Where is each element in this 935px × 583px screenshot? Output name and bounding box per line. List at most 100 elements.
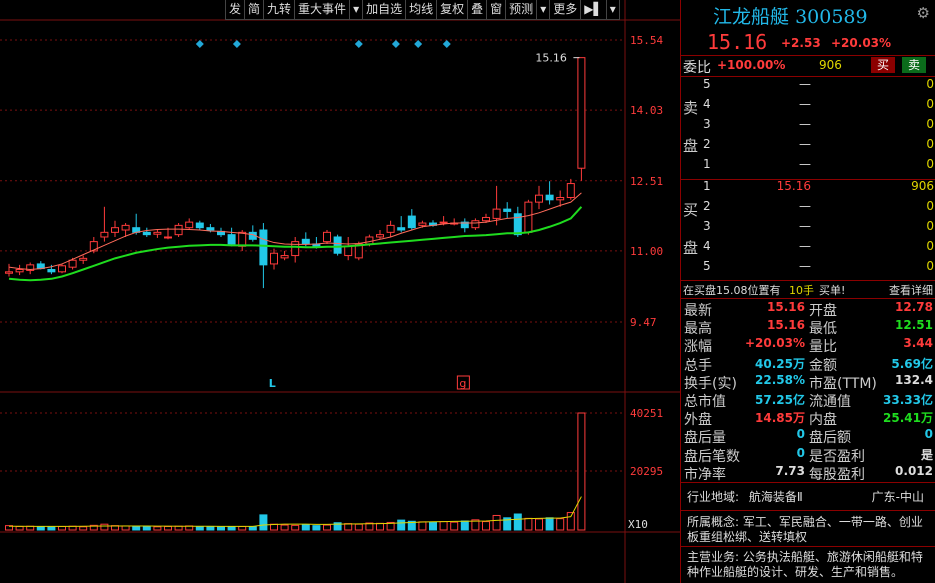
stat-label: 盘后量 — [684, 430, 726, 447]
kline-chart[interactable]: 15.54 14.03 12.51 11.00 9.47 40251 20295 X10 15.… — [0, 0, 680, 583]
toolbar-button[interactable]: ▾ — [536, 0, 551, 20]
toolbar-button[interactable]: 加自选 — [362, 0, 407, 20]
candle-body — [577, 57, 586, 169]
stat-value: 5.69亿 — [891, 356, 933, 371]
order-book-row[interactable]: 4 — 0 — [681, 97, 935, 117]
price-tick-label: 11.00 — [630, 245, 663, 258]
price-change: +2.53 — [781, 36, 821, 50]
order-volume: 0 — [926, 157, 934, 171]
event-marker-icon — [232, 40, 241, 48]
stat-value: 12.78 — [895, 300, 933, 314]
order-book-row[interactable]: 4 — 0 — [681, 239, 935, 259]
notice-text: 在买盘15.08位置有 — [683, 284, 781, 297]
side-label: 买 — [683, 201, 699, 219]
toolbar-button[interactable]: 叠 — [467, 0, 488, 20]
order-book-row[interactable]: 5 — 0 — [681, 77, 935, 97]
toolbar-button[interactable]: 复权 — [436, 0, 469, 20]
industry-label: 行业地域: — [687, 490, 740, 504]
volume-bar — [217, 526, 225, 531]
g-marker: g — [459, 377, 466, 390]
volume-bar — [556, 518, 565, 531]
order-book-row[interactable]: 1 15.16 906 — [681, 179, 935, 199]
candle-body — [323, 231, 331, 243]
candle-body — [227, 234, 236, 245]
gear-icon[interactable]: ⚙ — [917, 4, 930, 22]
kline-chart-area[interactable]: 15.54 14.03 12.51 11.00 9.47 40251 20295 X10 15.… — [0, 0, 680, 583]
event-marker-icon — [354, 40, 363, 48]
candle-body — [270, 252, 278, 265]
industry-row: 行业地域: 航海装备Ⅱ 广东-中山 — [687, 490, 932, 505]
order-price: — — [799, 97, 811, 111]
stat-value: +20.03% — [744, 336, 805, 351]
toolbar-button[interactable]: ▶▌ — [580, 0, 607, 20]
volume-bar — [280, 524, 289, 531]
toolbar-button[interactable]: 发 — [225, 0, 246, 20]
business-row: 主营业务: 公务执法船艇、旅游休闲船艇和特种作业船艇的设计、研发、生产和销售。 — [687, 550, 932, 580]
toolbar-button[interactable]: 窗 — [486, 0, 507, 20]
volume-bar — [79, 526, 88, 531]
weibi-diff: 906 — [819, 58, 842, 72]
stat-value: 132.4 — [895, 372, 933, 387]
order-book-row[interactable]: 3 — 0 — [681, 117, 935, 137]
price-tick-label: 12.51 — [630, 175, 663, 188]
toolbar-button[interactable]: 重大事件 — [294, 0, 351, 20]
stat-row: 市净率 7.73 每股盈利 0.012 — [681, 463, 935, 483]
candle-body — [153, 231, 162, 235]
candle-body — [185, 221, 194, 229]
stat-row: 总市值 57.25亿 流通值 33.33亿 — [681, 391, 935, 410]
side-label: 卖 — [683, 99, 699, 117]
stat-value: 33.33亿 — [883, 393, 933, 407]
quote-panel: 江龙船艇 300589 ⚙ 15.16 +2.53 +20.03% 委比 +10… — [680, 0, 935, 583]
candle-body — [524, 201, 533, 233]
volume-bar — [524, 517, 533, 531]
level-number: 1 — [703, 157, 711, 171]
divider — [681, 482, 935, 483]
candle-body — [418, 222, 427, 226]
stat-row: 最高 15.16 最低 12.51 — [681, 318, 935, 337]
volume-bar — [15, 526, 24, 531]
stat-value: 40.25万 — [755, 356, 805, 371]
candle-body — [142, 231, 151, 236]
volume-bar — [513, 513, 522, 531]
volume-bar — [323, 524, 331, 531]
view-detail-link[interactable]: 查看详细 — [889, 282, 933, 298]
volume-bar — [47, 526, 56, 531]
buy-button[interactable]: 买 — [871, 57, 895, 73]
toolbar-button[interactable]: 预测 — [505, 0, 538, 20]
industry-value[interactable]: 航海装备Ⅱ — [749, 490, 803, 504]
candle-body — [79, 257, 88, 261]
candle-body — [68, 259, 77, 268]
volume-bar — [301, 524, 310, 531]
volume-bar — [354, 523, 363, 531]
toolbar-button[interactable]: 均线 — [405, 0, 438, 20]
order-book-row[interactable]: 1 — 0 — [681, 157, 935, 177]
sell-button[interactable]: 卖 — [902, 57, 926, 73]
stat-value: 0.012 — [895, 463, 933, 478]
stat-row: 外盘 14.85万 内盘 25.41万 — [681, 409, 935, 429]
candle-body — [566, 183, 575, 198]
order-book-row[interactable]: 2 — 0 — [681, 137, 935, 157]
level-number: 3 — [703, 117, 711, 131]
toolbar-button[interactable]: ▾ — [605, 0, 620, 20]
stat-row: 换手(实) 22.58% 市盈(TTM) 132.4 — [681, 372, 935, 392]
toolbar-button[interactable]: 简 — [244, 0, 265, 20]
concept-label: 所属概念: — [687, 515, 740, 529]
volume-tick-label: 20295 — [630, 465, 663, 478]
volume-bar — [545, 517, 554, 531]
order-volume: 0 — [926, 137, 934, 151]
toolbar-button[interactable]: 九转 — [263, 0, 296, 20]
candle-body — [111, 227, 119, 233]
notice-lots: 10手 — [789, 284, 814, 297]
order-book-row[interactable]: 3 — 0 — [681, 219, 935, 239]
candle-body — [386, 224, 395, 233]
order-book-row[interactable]: 2 — 0 — [681, 199, 935, 219]
event-marker-icon — [195, 40, 204, 48]
volume-bar — [195, 526, 204, 531]
toolbar-button[interactable]: ▾ — [349, 0, 364, 20]
level-number: 2 — [703, 199, 711, 213]
candle-body — [471, 220, 480, 229]
toolbar-button[interactable]: 更多 — [549, 0, 582, 20]
stat-label: 换手(实) — [684, 375, 737, 392]
order-book-row[interactable]: 5 — 0 — [681, 259, 935, 279]
stat-label: 内盘 — [809, 412, 837, 429]
